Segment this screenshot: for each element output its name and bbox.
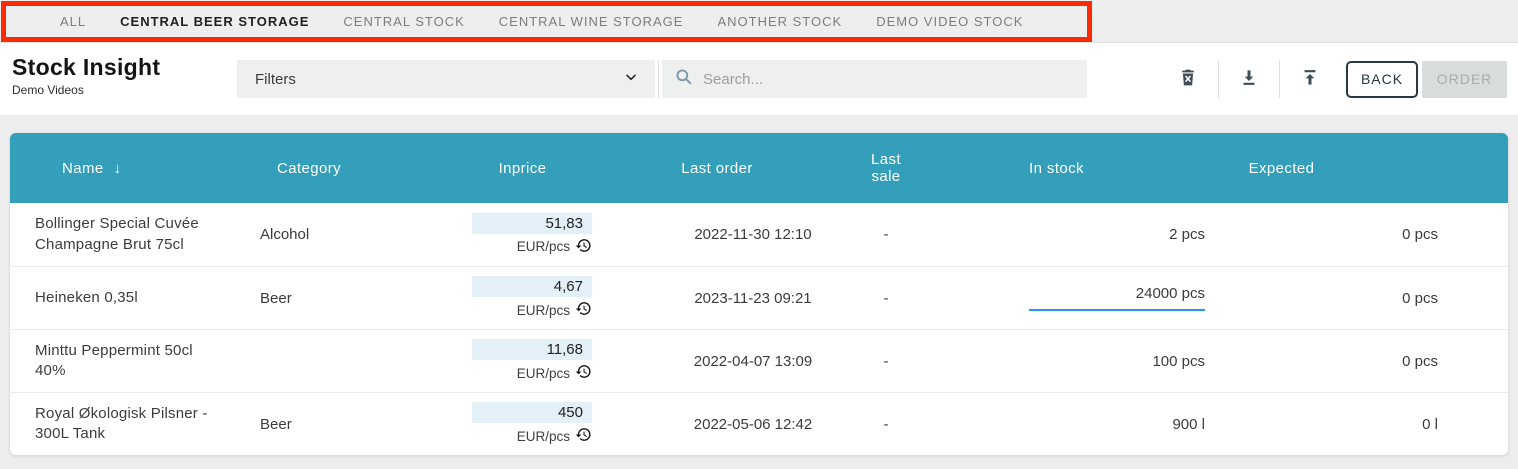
search-input[interactable] — [703, 71, 1075, 88]
in-stock-value[interactable]: 100 pcs — [1152, 353, 1205, 370]
price-history-icon[interactable] — [575, 363, 592, 383]
price-history-icon[interactable] — [575, 426, 592, 446]
table-row[interactable]: Minttu Peppermint 50cl 40% 11,68 EUR/pcs… — [10, 329, 1508, 392]
cell-last-order: 2022-11-30 12:10 — [610, 226, 860, 243]
page-subtitle: Demo Videos — [12, 83, 160, 97]
column-header-lastorder[interactable]: Last order — [610, 160, 860, 177]
table-row[interactable]: Bollinger Special Cuvée Champagne Brut 7… — [10, 203, 1508, 266]
chevron-down-icon — [623, 69, 639, 90]
table-body: Bollinger Special Cuvée Champagne Brut 7… — [10, 203, 1508, 455]
column-header-instock[interactable]: In stock — [970, 160, 1215, 177]
cell-category: Beer — [245, 416, 435, 433]
cell-in-stock: 2 pcs — [970, 226, 1215, 243]
column-header-category[interactable]: Category — [245, 160, 435, 177]
cell-last-sale: - — [860, 290, 970, 307]
cell-last-sale: - — [860, 353, 970, 370]
cell-category: Beer — [245, 290, 435, 307]
cell-last-order: 2022-05-06 12:42 — [610, 416, 860, 433]
cell-product-name: Minttu Peppermint 50cl 40% — [10, 341, 245, 382]
cell-expected: 0 pcs — [1215, 226, 1508, 243]
cell-expected: 0 pcs — [1215, 290, 1508, 307]
download-icon — [1239, 67, 1259, 91]
cell-in-stock: 900 l — [970, 416, 1215, 433]
inprice-unit: EUR/pcs — [517, 300, 592, 320]
inprice-value[interactable]: 4,67 — [472, 276, 592, 297]
inprice-value[interactable]: 51,83 — [472, 213, 592, 234]
sort-desc-icon: ↓ — [114, 160, 122, 177]
delete-button[interactable] — [1168, 60, 1208, 98]
action-buttons: BACK ORDER — [1168, 60, 1507, 98]
table-header-row: Name↓CategoryInpriceLast orderLast saleI… — [10, 133, 1508, 203]
in-stock-value[interactable]: 24000 pcs — [1029, 285, 1205, 311]
stock-table: Name↓CategoryInpriceLast orderLast saleI… — [10, 133, 1508, 455]
cell-expected: 0 pcs — [1215, 353, 1508, 370]
unit-label: EUR/pcs — [517, 366, 570, 381]
back-button[interactable]: BACK — [1346, 61, 1418, 98]
cell-last-sale: - — [860, 226, 970, 243]
delete-icon — [1178, 67, 1198, 91]
cell-inprice: 4,67 EUR/pcs — [435, 276, 610, 320]
cell-category: Alcohol — [245, 226, 435, 243]
order-button[interactable]: ORDER — [1422, 61, 1507, 98]
price-history-icon[interactable] — [575, 237, 592, 257]
cell-expected: 0 l — [1215, 416, 1508, 433]
cell-in-stock: 24000 pcs — [970, 285, 1215, 311]
in-stock-value[interactable]: 2 pcs — [1169, 226, 1205, 243]
cell-inprice: 450 EUR/pcs — [435, 402, 610, 446]
table-row[interactable]: Royal Økologisk Pilsner - 300L Tank Beer… — [10, 392, 1508, 455]
divider — [1279, 60, 1280, 98]
column-header-inprice[interactable]: Inprice — [435, 160, 610, 177]
page-content: Name↓CategoryInpriceLast orderLast saleI… — [0, 115, 1518, 469]
cell-in-stock: 100 pcs — [970, 353, 1215, 370]
filters-dropdown[interactable]: Filters — [237, 60, 655, 98]
unit-label: EUR/pcs — [517, 303, 570, 318]
tab-central-stock[interactable]: CENTRAL STOCK — [343, 14, 464, 29]
column-header-lastsale[interactable]: Last sale — [860, 151, 970, 185]
unit-label: EUR/pcs — [517, 429, 570, 444]
cell-product-name: Heineken 0,35l — [10, 288, 245, 308]
divider — [1218, 60, 1219, 98]
upload-button[interactable] — [1290, 60, 1330, 98]
table-row[interactable]: Heineken 0,35l Beer 4,67 EUR/pcs 2023-11… — [10, 266, 1508, 329]
toolbar: Stock Insight Demo Videos Filters — [0, 43, 1518, 115]
inprice-unit: EUR/pcs — [517, 237, 592, 257]
unit-label: EUR/pcs — [517, 239, 570, 254]
inprice-unit: EUR/pcs — [517, 426, 592, 446]
page-title: Stock Insight — [12, 54, 160, 81]
storage-tabbar: ALL CENTRAL BEER STORAGE CENTRAL STOCK CENT… — [0, 0, 1518, 43]
upload-icon — [1300, 67, 1320, 91]
price-history-icon[interactable] — [575, 300, 592, 320]
cell-last-order: 2023-11-23 09:21 — [610, 290, 860, 307]
cell-product-name: Bollinger Special Cuvée Champagne Brut 7… — [10, 214, 245, 255]
search-icon — [674, 67, 693, 91]
tab-central-wine-storage[interactable]: CENTRAL WINE STORAGE — [499, 14, 684, 29]
download-button[interactable] — [1229, 60, 1269, 98]
filters-label: Filters — [255, 71, 296, 88]
column-header-name[interactable]: Name↓ — [10, 160, 245, 177]
column-header-expected[interactable]: Expected — [1215, 160, 1508, 177]
cell-inprice: 11,68 EUR/pcs — [435, 339, 610, 383]
cell-last-order: 2022-04-07 13:09 — [610, 353, 860, 370]
tab-another-stock[interactable]: ANOTHER STOCK — [717, 14, 842, 29]
inprice-value[interactable]: 450 — [472, 402, 592, 423]
stock-insight-app: ALL CENTRAL BEER STORAGE CENTRAL STOCK CENT… — [0, 0, 1518, 469]
toolbar-divider — [658, 60, 659, 98]
tab-central-beer-storage[interactable]: CENTRAL BEER STORAGE — [120, 14, 309, 29]
tab-all[interactable]: ALL — [60, 14, 86, 29]
title-block: Stock Insight Demo Videos — [12, 54, 160, 97]
cell-inprice: 51,83 EUR/pcs — [435, 213, 610, 257]
in-stock-value[interactable]: 900 l — [1172, 416, 1205, 433]
cell-last-sale: - — [860, 416, 970, 433]
cell-product-name: Royal Økologisk Pilsner - 300L Tank — [10, 404, 245, 445]
inprice-unit: EUR/pcs — [517, 363, 592, 383]
inprice-value[interactable]: 11,68 — [472, 339, 592, 360]
tab-demo-video-stock[interactable]: DEMO VIDEO STOCK — [876, 14, 1023, 29]
search-box[interactable] — [662, 60, 1087, 98]
